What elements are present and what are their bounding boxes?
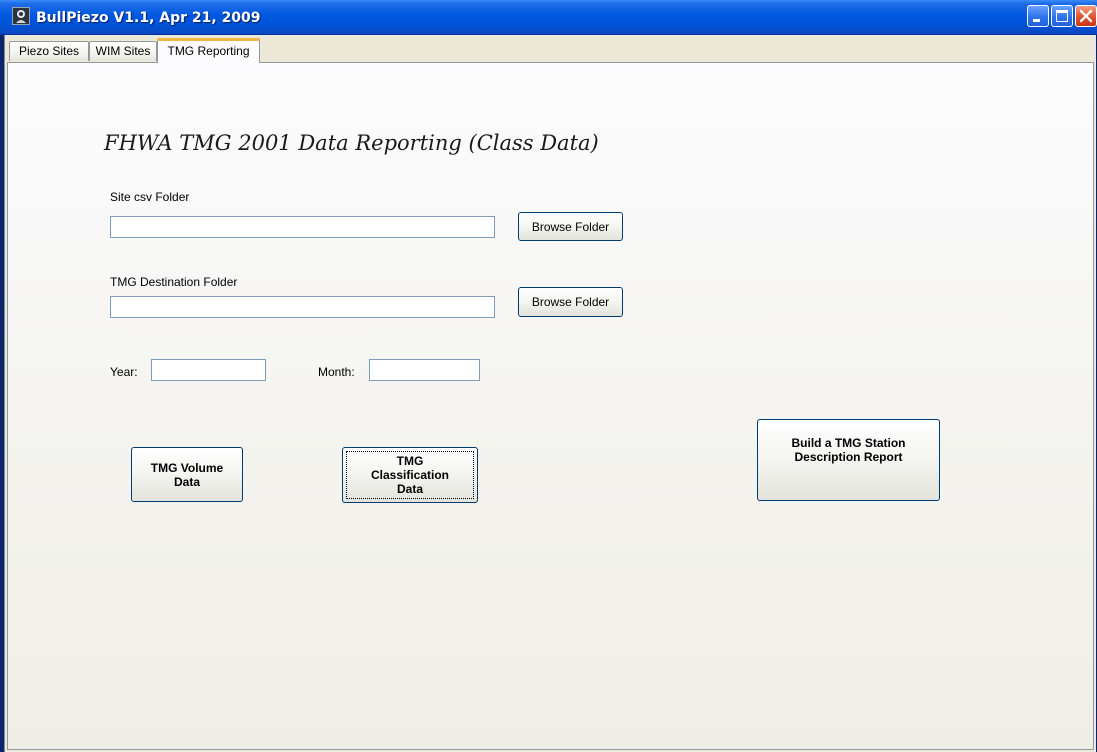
- tmg-destination-folder-label: TMG Destination Folder: [110, 275, 238, 289]
- site-csv-folder-input[interactable]: [110, 216, 495, 238]
- month-input[interactable]: [369, 359, 480, 381]
- maximize-icon: [1056, 10, 1068, 22]
- close-button[interactable]: [1075, 5, 1097, 27]
- tmg-reporting-panel: FHWA TMG 2001 Data Reporting (Class Data…: [7, 62, 1094, 750]
- maximize-button[interactable]: [1051, 5, 1073, 27]
- year-label: Year:: [110, 365, 138, 379]
- build-tmg-station-report-label-1: Build a TMG Station: [791, 436, 906, 450]
- build-tmg-station-report-button[interactable]: Build a TMG Station Description Report: [757, 419, 940, 501]
- tmg-classification-data-button[interactable]: TMG Classification Data: [342, 447, 478, 503]
- tab-piezo-sites[interactable]: Piezo Sites: [9, 41, 89, 61]
- tmg-destination-folder-input[interactable]: [110, 296, 495, 318]
- minimize-icon: [1033, 19, 1040, 22]
- window-title: BullPiezo V1.1, Apr 21, 2009: [36, 10, 261, 26]
- tab-strip: Piezo Sites WIM Sites TMG Reporting: [5, 35, 1096, 63]
- client-area: Piezo Sites WIM Sites TMG Reporting FHWA…: [4, 35, 1096, 752]
- tmg-classification-data-label-1: TMG: [396, 454, 424, 468]
- month-label: Month:: [318, 365, 355, 379]
- browse-destination-button[interactable]: Browse Folder: [518, 287, 623, 317]
- year-input[interactable]: [151, 359, 266, 381]
- page-title: FHWA TMG 2001 Data Reporting (Class Data…: [104, 131, 599, 155]
- title-bar[interactable]: BullPiezo V1.1, Apr 21, 2009: [0, 0, 1097, 35]
- tmg-volume-data-button[interactable]: TMG Volume Data: [131, 447, 243, 502]
- app-window: BullPiezo V1.1, Apr 21, 2009 Piezo Sites…: [0, 0, 1097, 752]
- build-tmg-station-report-label-2: Description Report: [794, 450, 903, 464]
- site-csv-folder-label: Site csv Folder: [110, 190, 190, 204]
- tmg-volume-data-label-2: Data: [173, 474, 200, 489]
- tmg-classification-data-label-3: Data: [396, 482, 423, 496]
- tab-tmg-reporting[interactable]: TMG Reporting: [157, 38, 260, 63]
- tmg-classification-data-label-2: Classification: [370, 468, 450, 482]
- close-icon: [1079, 9, 1093, 23]
- tab-wim-sites[interactable]: WIM Sites: [89, 41, 157, 61]
- tmg-volume-data-label-1: TMG Volume: [150, 460, 224, 475]
- browse-site-csv-button[interactable]: Browse Folder: [518, 212, 623, 241]
- app-icon[interactable]: [12, 7, 30, 25]
- minimize-button[interactable]: [1027, 5, 1049, 27]
